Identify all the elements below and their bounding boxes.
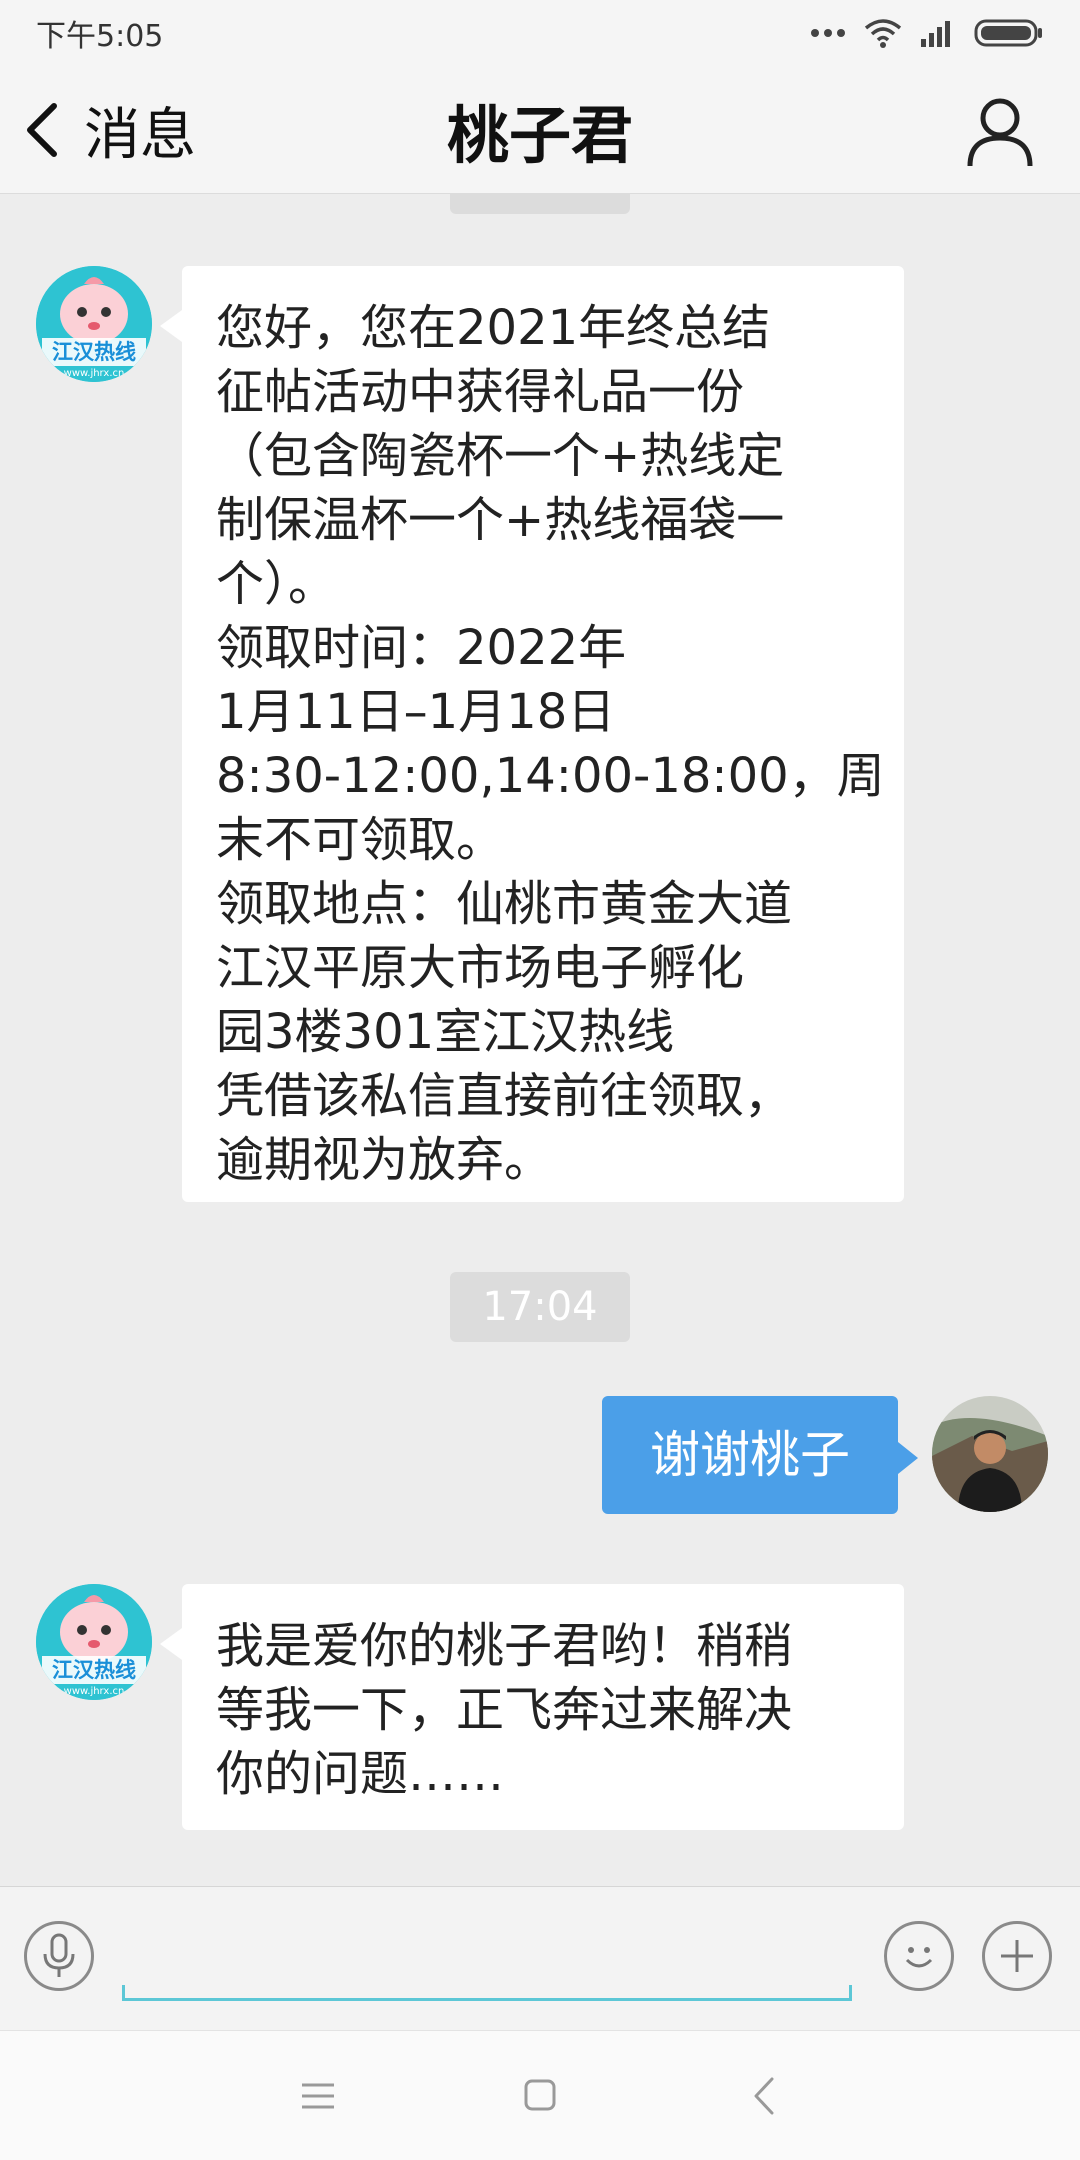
system-nav-bar (0, 2030, 1080, 2160)
bot-avatar[interactable]: 江汉热线 www.jhrx.cn (36, 1584, 152, 1700)
system-back-icon[interactable] (736, 2071, 796, 2121)
status-bar: 下午5:05 (0, 0, 1080, 66)
chevron-left-icon (27, 103, 57, 157)
message-line: 制保温杯一个+热线福袋一 (216, 492, 785, 548)
message-line: 等我一下，正飞奔过来解决 (216, 1682, 793, 1738)
emoji-button[interactable] (884, 1921, 954, 1991)
message-line: 江汉平原大市场电子孵化 (216, 940, 745, 996)
message-line: 领取地点：仙桃市黄金大道 (216, 876, 793, 932)
bot-message-bubble[interactable]: 我是爱你的桃子君哟！稍稍 等我一下，正飞奔过来解决 你的问题…… (160, 1584, 904, 1830)
message-line: 园3楼301室江汉热线 (216, 1004, 675, 1060)
battery-icon (974, 19, 1042, 47)
user-photo-icon (932, 1396, 1048, 1512)
more-dots-icon (811, 29, 845, 37)
wifi-icon (864, 19, 902, 48)
message-text: 谢谢桃子 (650, 1426, 850, 1484)
status-icons (810, 18, 1044, 48)
svg-text:江汉热线: 江汉热线 (52, 1658, 136, 1682)
voice-button[interactable] (24, 1921, 94, 1991)
message-line: 您好，您在2021年终总结 (216, 300, 771, 356)
timestamp-pill-hidden (450, 194, 630, 214)
message-line: 逾期视为放弃。 (216, 1132, 553, 1188)
peach-mascot-icon: 江汉热线 www.jhrx.cn (36, 1584, 152, 1700)
peach-mascot-icon: 江汉热线 www.jhrx.cn (36, 266, 152, 382)
message-line: 个）。 (216, 556, 337, 612)
menu-icon[interactable] (288, 2071, 348, 2121)
svg-text:www.jhrx.cn: www.jhrx.cn (64, 1686, 125, 1697)
svg-text:www.jhrx.cn: www.jhrx.cn (64, 368, 125, 379)
status-time: 下午5:05 (36, 19, 164, 54)
timestamp-pill: 17:04 (450, 1272, 630, 1342)
person-icon[interactable] (964, 96, 1036, 168)
message-line: 领取时间：2022年 (216, 620, 627, 676)
message-line: 我是爱你的桃子君哟！稍稍 (216, 1618, 793, 1674)
message-line: 凭借该私信直接前往领取， (216, 1068, 793, 1124)
chat-area[interactable]: 江汉热线 www.jhrx.cn 您好，您在2021年终总结 征帖活动中获得礼品… (0, 194, 1080, 1886)
message-line: （包含陶瓷杯一个+热线定 (216, 428, 785, 484)
bot-message-bubble[interactable]: 您好，您在2021年终总结 征帖活动中获得礼品一份 （包含陶瓷杯一个+热线定 制… (160, 266, 904, 1202)
message-line: 末不可领取。 (216, 812, 505, 868)
microphone-icon (43, 1933, 75, 1977)
nav-bar: 消息 桃子君 (0, 66, 1080, 194)
smiley-icon (905, 1947, 933, 1968)
home-square-icon[interactable] (510, 2071, 570, 2121)
more-button[interactable] (982, 1921, 1052, 1991)
signal-icon (921, 21, 950, 47)
back-button[interactable]: 消息 (24, 90, 196, 170)
input-edge-left (122, 1985, 125, 2001)
input-edge-right (849, 1985, 852, 2001)
bot-avatar[interactable]: 江汉热线 www.jhrx.cn (36, 266, 152, 382)
message-line: 8:30-12:00,14:00-18:00，周 (216, 748, 885, 804)
message-input[interactable] (122, 1905, 852, 2001)
back-label: 消息 (84, 102, 196, 168)
message-line: 你的问题…… (216, 1746, 505, 1802)
page-title: 桃子君 (446, 99, 633, 172)
svg-text:江汉热线: 江汉热线 (52, 340, 136, 364)
input-bar (0, 1886, 1080, 2030)
user-avatar[interactable] (932, 1396, 1048, 1512)
user-message-bubble[interactable]: 谢谢桃子 (602, 1396, 918, 1514)
message-line: 1月11日–1月18日 (216, 684, 616, 740)
plus-icon (1001, 1940, 1033, 1972)
message-line: 征帖活动中获得礼品一份 (216, 364, 745, 420)
